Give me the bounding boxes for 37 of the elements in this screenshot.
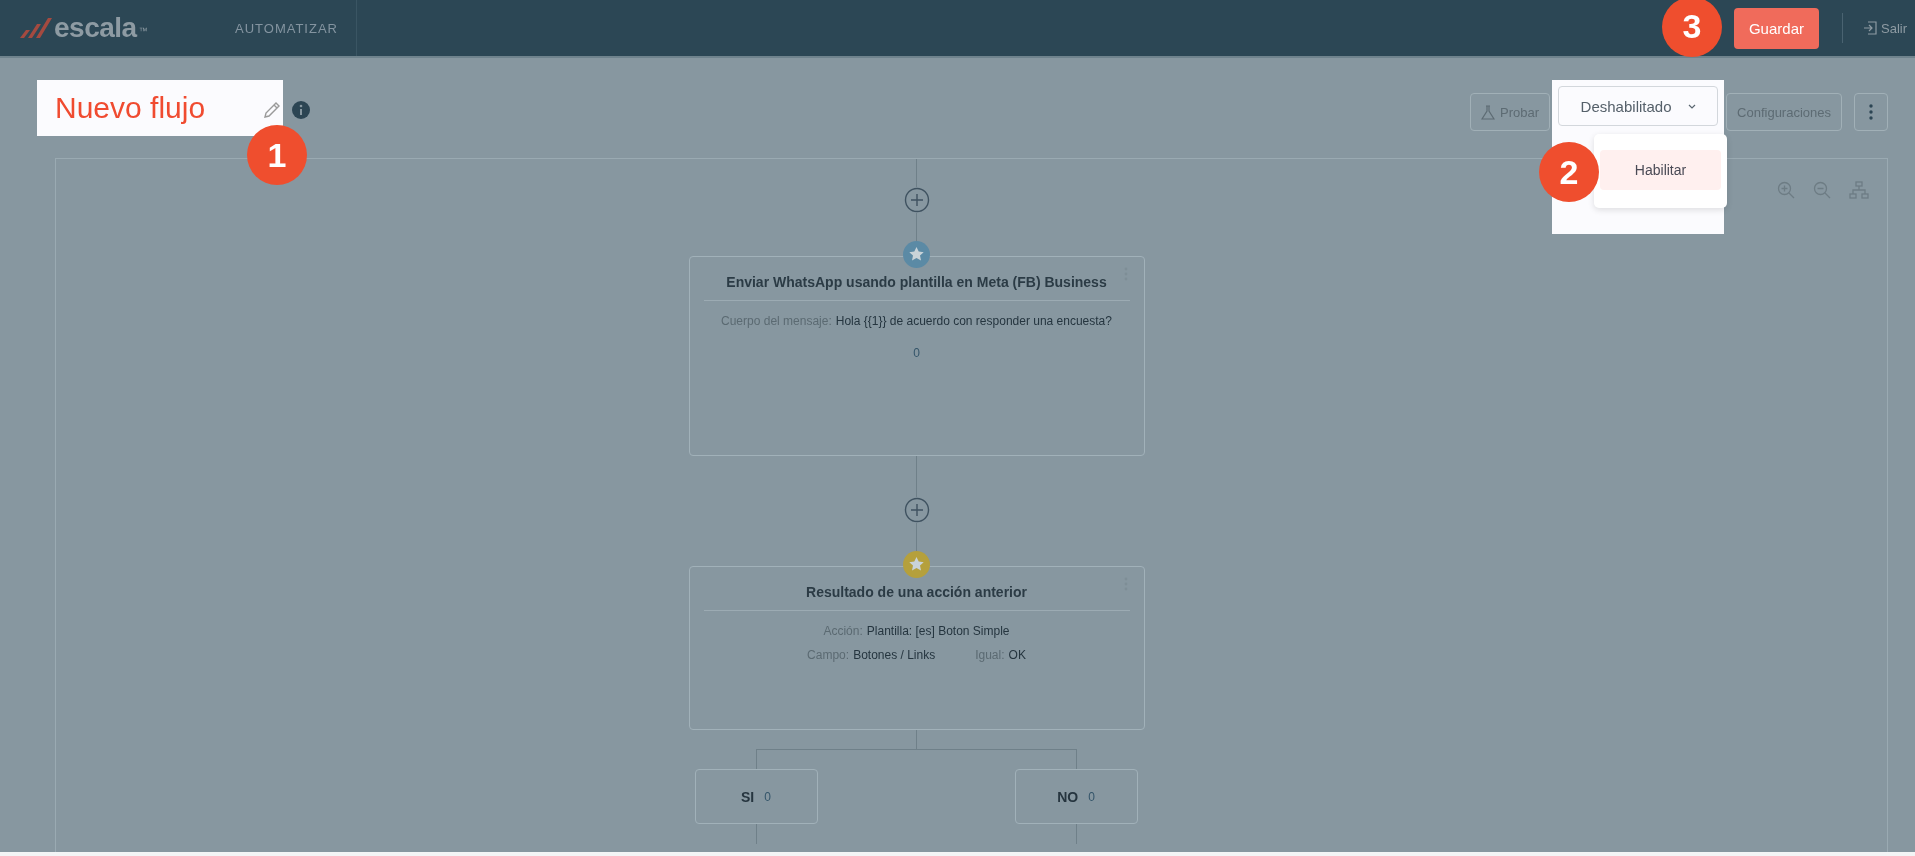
- logo-bars-icon: [18, 17, 52, 39]
- info-icon[interactable]: [292, 101, 310, 119]
- status-dropdown[interactable]: Deshabilitado: [1558, 86, 1719, 126]
- add-step-icon[interactable]: [903, 187, 930, 213]
- branch-count: 0: [1088, 789, 1095, 804]
- branch-label: SI: [741, 788, 755, 805]
- exit-link[interactable]: Salir: [1863, 20, 1907, 36]
- flask-icon: [1481, 104, 1495, 120]
- field-value: Plantilla: [es] Boton Simple: [866, 624, 1010, 638]
- pencil-icon[interactable]: [262, 100, 282, 120]
- step-badge: 2: [1539, 142, 1600, 202]
- step-badge: 1: [247, 125, 307, 185]
- caret-icon: [1687, 103, 1696, 109]
- node-title: Resultado de una acción anterior: [703, 581, 1130, 611]
- contact-count: 0: [913, 346, 920, 360]
- step-badge: 3: [1661, 0, 1722, 57]
- trademark-mark: ™: [138, 26, 148, 36]
- branch-count: 0: [764, 789, 771, 804]
- flow-title: Nuevo flujo: [55, 91, 206, 125]
- more-options-button[interactable]: [1854, 93, 1888, 131]
- branch-card[interactable]: SI 0: [694, 769, 818, 824]
- logo-text: escala: [54, 12, 137, 44]
- branch-card[interactable]: NO 0: [1014, 769, 1138, 824]
- zoom-out-icon[interactable]: [1813, 181, 1831, 199]
- node-title: Enviar WhatsApp usando plantilla en Meta (FB) Business: [703, 271, 1130, 301]
- zoom-in-icon[interactable]: [1777, 181, 1795, 199]
- add-step-icon[interactable]: [903, 497, 930, 523]
- vertical-dots-icon: [1869, 104, 1873, 120]
- field-value: Botones / Links: [853, 648, 936, 662]
- hierarchy-icon[interactable]: [1849, 181, 1869, 199]
- save-button[interactable]: Guardar: [1733, 7, 1819, 49]
- section-label: AUTOMATIZAR: [218, 0, 357, 56]
- field-value: Hola {{1}} de acuerdo con responder una encuesta?: [835, 314, 1112, 328]
- menu-item[interactable]: Habilitar: [1600, 150, 1722, 190]
- exit-icon: [1863, 21, 1877, 35]
- field-value: OK: [1008, 648, 1026, 662]
- branch-label: NO: [1057, 788, 1079, 805]
